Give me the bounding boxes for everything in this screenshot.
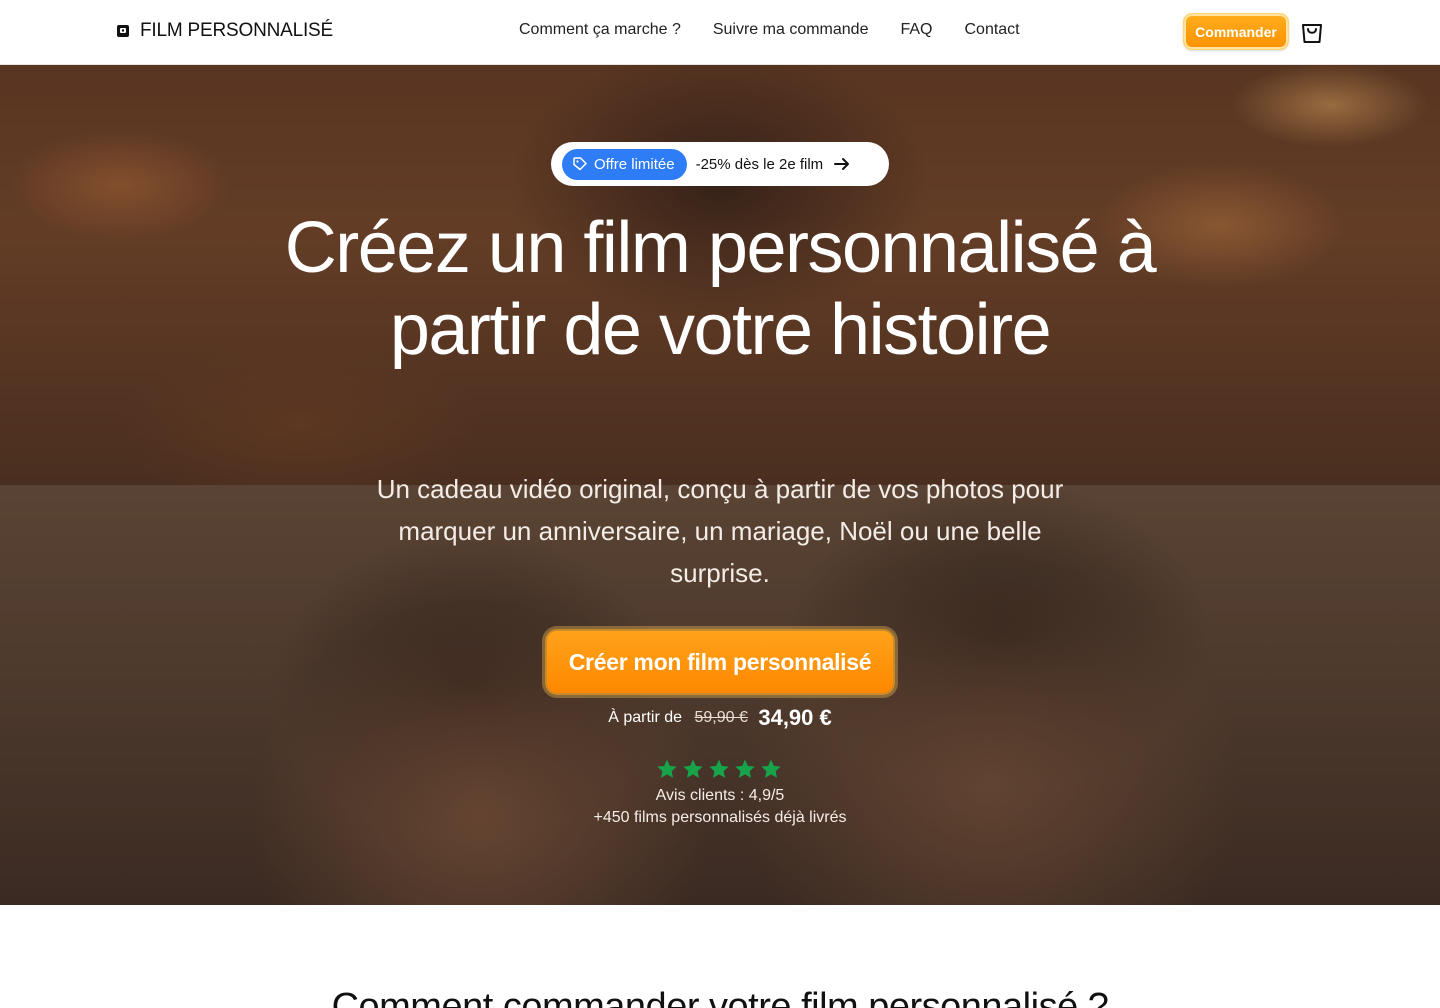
price-old: 59,90 € [694,709,748,726]
price-new: 34,90 € [758,705,832,730]
shopping-bag-icon[interactable] [1300,19,1324,45]
price-from-label: À partir de [608,709,683,726]
brand-name: FILM PERSONNALISÉ [140,20,333,41]
hero-section: Offre limitée -25% dès le 2e film Créez … [0,65,1440,905]
how-to-order-title: Comment commander votre film personnalis… [331,986,1109,1008]
order-button[interactable]: Commander [1183,13,1289,50]
offer-tag: Offre limitée [562,148,687,180]
hero-headline: Créez un film personnalisé à partir de v… [284,208,1157,370]
main-nav: Comment ça marche ? Suivre ma commande F… [519,21,1020,39]
film-icon [117,25,129,37]
star-icon [709,759,729,778]
site-header: FILM PERSONNALISÉ Comment ça marche ? Su… [0,0,1440,65]
offer-tag-label: Offre limitée [594,155,675,173]
offer-text: -25% dès le 2e film [695,155,824,173]
create-film-button[interactable]: Créer mon film personnalisé [545,629,895,695]
arrow-right-icon [834,158,850,170]
star-icon [683,759,703,778]
offer-pill[interactable]: Offre limitée -25% dès le 2e film [551,142,889,186]
nav-how-it-works[interactable]: Comment ça marche ? [519,21,681,39]
rating-text: Avis clients : 4,9/5 [655,787,785,804]
nav-contact[interactable]: Contact [964,21,1019,39]
star-icon [761,759,781,778]
delivered-count: +450 films personnalisés déjà livrés [593,809,847,826]
brand-logo[interactable]: FILM PERSONNALISÉ [116,20,333,42]
price-info: À partir de 59,90 € 34,90 € [0,705,1440,731]
rating-stars [656,758,782,780]
nav-faq[interactable]: FAQ [900,21,932,39]
star-icon [657,759,677,778]
tag-icon [573,157,587,171]
nav-track-order[interactable]: Suivre ma commande [713,21,869,39]
star-icon [735,759,755,778]
hero-subline: Un cadeau vidéo original, conçu à partir… [376,474,1064,588]
